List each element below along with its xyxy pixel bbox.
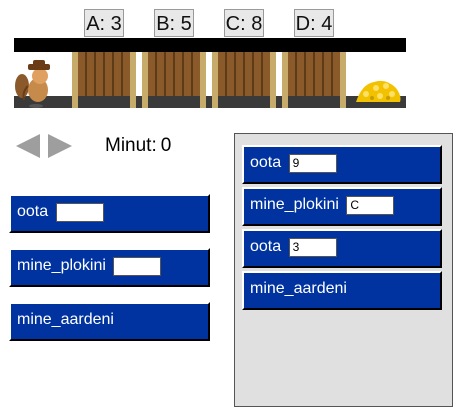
gate-a-label: A: 3 xyxy=(84,9,124,37)
gold-pile-icon xyxy=(356,80,401,102)
block-label: mine_plokini xyxy=(250,196,339,213)
oota-minutes-input[interactable] xyxy=(288,237,337,257)
block-label: mine_aardeni xyxy=(250,280,347,297)
timer-label: Minut: xyxy=(105,135,157,156)
mine-beam xyxy=(14,38,406,52)
block-label: oota xyxy=(17,203,49,220)
gate-b-label: B: 5 xyxy=(154,9,194,37)
step-forward-button[interactable] xyxy=(48,134,72,158)
palette-block-mine-aardeni[interactable]: mine_aardeni xyxy=(9,302,210,341)
program-block-mine-aardeni[interactable]: mine_aardeni xyxy=(242,271,442,310)
timer-value: 0 xyxy=(160,135,172,156)
oota-minutes-input[interactable] xyxy=(55,202,104,222)
mine-plokini-gate-input[interactable] xyxy=(113,256,162,276)
oota-minutes-input[interactable] xyxy=(288,153,337,173)
timer: Minut: 0 xyxy=(105,135,171,157)
miner-icon xyxy=(15,60,50,108)
program-block-oota[interactable]: oota xyxy=(242,145,442,184)
gate-d-label: D: 4 xyxy=(294,9,334,37)
gate-c xyxy=(212,52,276,108)
palette-block-mine-plokini[interactable]: mine_plokini xyxy=(9,248,210,287)
program-block-oota[interactable]: oota xyxy=(242,229,442,268)
block-label: oota xyxy=(250,238,282,255)
gate-c-label: C: 8 xyxy=(224,9,264,37)
gate-a xyxy=(72,52,136,108)
block-label: oota xyxy=(250,154,282,171)
gate-b xyxy=(142,52,206,108)
program-block-mine-plokini[interactable]: mine_plokini xyxy=(242,187,442,226)
block-label: mine_aardeni xyxy=(17,311,114,328)
gate-d xyxy=(282,52,346,108)
mine-plokini-gate-input[interactable] xyxy=(346,195,395,215)
palette-block-oota[interactable]: oota xyxy=(9,194,210,233)
step-back-button[interactable] xyxy=(16,134,40,158)
block-label: mine_plokini xyxy=(17,257,106,274)
